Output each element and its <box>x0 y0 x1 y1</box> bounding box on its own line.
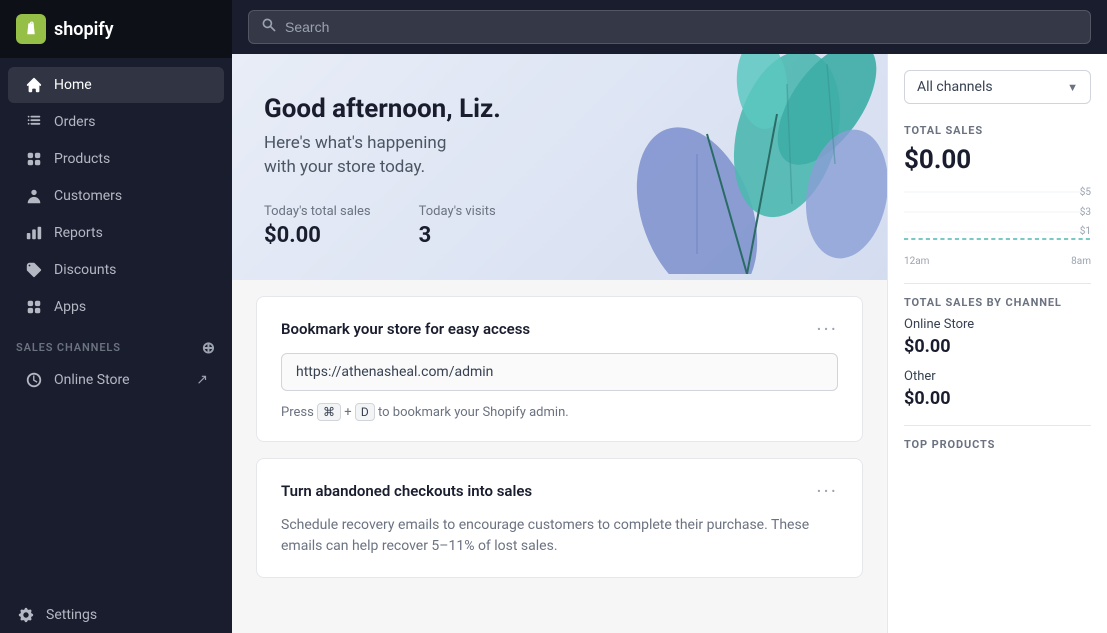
hero-text: Good afternoon, Liz. Here's what's happe… <box>264 94 501 248</box>
search-bar[interactable] <box>248 10 1091 44</box>
main-area: Good afternoon, Liz. Here's what's happe… <box>232 0 1107 633</box>
online-store-label: Online Store <box>54 372 130 388</box>
bookmark-card-menu[interactable]: ··· <box>816 317 838 341</box>
cmd-key: ⌘ <box>317 403 341 421</box>
sidebar-item-apps[interactable]: Apps <box>8 289 224 325</box>
shopify-logo-icon <box>16 14 46 44</box>
top-products-section: TOP PRODUCTS <box>904 438 1091 451</box>
sidebar-logo: shopify <box>0 0 232 58</box>
abandoned-card-header: Turn abandoned checkouts into sales ··· <box>281 479 838 503</box>
sidebar-item-orders-label: Orders <box>54 114 96 130</box>
right-panel: All channels ▼ TOTAL SALES $0.00 <box>887 54 1107 633</box>
sales-chart: $5 $3 $1 12am 8am <box>904 187 1091 267</box>
sidebar-item-home[interactable]: Home <box>8 67 224 103</box>
channel-selector-label: All channels <box>917 79 993 95</box>
channel-other: Other $0.00 <box>904 369 1091 409</box>
topbar <box>232 0 1107 54</box>
panel-divider-2 <box>904 425 1091 426</box>
cards-area: Bookmark your store for easy access ··· … <box>232 280 887 610</box>
bookmark-hint: Press ⌘ + D to bookmark your Shopify adm… <box>281 403 838 421</box>
bookmark-card: Bookmark your store for easy access ··· … <box>256 296 863 442</box>
x-label-8am: 8am <box>1071 256 1091 267</box>
panel-divider-1 <box>904 283 1091 284</box>
hero-illustration <box>567 54 887 280</box>
search-input[interactable] <box>285 19 1078 35</box>
sidebar-item-reports-label: Reports <box>54 225 103 241</box>
sidebar-navigation: Home Orders Products Customers <box>0 58 232 597</box>
sidebar-item-discounts[interactable]: Discounts <box>8 252 224 288</box>
sales-channels-label: SALES CHANNELS ⊕ <box>0 326 232 361</box>
sales-by-channel-section: TOTAL SALES BY CHANNEL Online Store $0.0… <box>904 296 1091 409</box>
sidebar-item-apps-label: Apps <box>54 299 86 315</box>
customers-icon <box>24 186 44 206</box>
sidebar-item-reports[interactable]: Reports <box>8 215 224 251</box>
hero-greeting: Good afternoon, Liz. <box>264 94 501 124</box>
sidebar-item-products[interactable]: Products <box>8 141 224 177</box>
abandoned-card-menu[interactable]: ··· <box>816 479 838 503</box>
hero-stats: Today's total sales $0.00 Today's visits… <box>264 204 501 248</box>
sidebar-item-customers[interactable]: Customers <box>8 178 224 214</box>
sidebar-item-home-label: Home <box>54 77 92 93</box>
reports-icon <box>24 223 44 243</box>
channel-selector[interactable]: All channels ▼ <box>904 70 1091 104</box>
sidebar-item-settings[interactable]: Settings <box>0 597 232 633</box>
abandoned-checkouts-card: Turn abandoned checkouts into sales ··· … <box>256 458 863 578</box>
orders-icon <box>24 112 44 132</box>
sidebar-item-products-label: Products <box>54 151 110 167</box>
hero-subtitle: Here's what's happening with your store … <box>264 132 501 180</box>
search-icon <box>261 17 277 37</box>
main-content: Good afternoon, Liz. Here's what's happe… <box>232 54 887 633</box>
shopify-wordmark: shopify <box>54 19 114 40</box>
hero-banner: Good afternoon, Liz. Here's what's happe… <box>232 54 887 280</box>
online-store-icon <box>24 370 44 390</box>
chevron-down-icon: ▼ <box>1067 81 1078 94</box>
sidebar-item-discounts-label: Discounts <box>54 262 116 278</box>
home-icon <box>24 75 44 95</box>
add-sales-channel-icon[interactable]: ⊕ <box>202 338 216 357</box>
settings-icon <box>16 605 36 625</box>
abandoned-card-description: Schedule recovery emails to encourage cu… <box>281 515 838 557</box>
sidebar-item-online-store[interactable]: Online Store ↗ <box>8 362 224 398</box>
sidebar-item-customers-label: Customers <box>54 188 122 204</box>
settings-label: Settings <box>46 607 97 623</box>
hero-stat-visits: Today's visits 3 <box>419 204 496 248</box>
bookmark-card-header: Bookmark your store for easy access ··· <box>281 317 838 341</box>
total-sales-section: TOTAL SALES $0.00 $5 $3 <box>904 124 1091 267</box>
x-label-12am: 12am <box>904 256 929 267</box>
sales-chart-svg <box>904 187 1091 247</box>
total-sales-value: $0.00 <box>904 145 1091 175</box>
external-link-icon[interactable]: ↗ <box>196 372 208 388</box>
discounts-icon <box>24 260 44 280</box>
channel-online-store: Online Store $0.00 <box>904 317 1091 357</box>
sidebar-item-orders[interactable]: Orders <box>8 104 224 140</box>
d-key: D <box>355 403 375 421</box>
content-area: Good afternoon, Liz. Here's what's happe… <box>232 54 1107 633</box>
sidebar: shopify Home Orders Products <box>0 0 232 633</box>
store-url-display: https://athenasheal.com/admin <box>281 353 838 391</box>
products-icon <box>24 149 44 169</box>
apps-icon <box>24 297 44 317</box>
hero-stat-sales: Today's total sales $0.00 <box>264 204 371 248</box>
